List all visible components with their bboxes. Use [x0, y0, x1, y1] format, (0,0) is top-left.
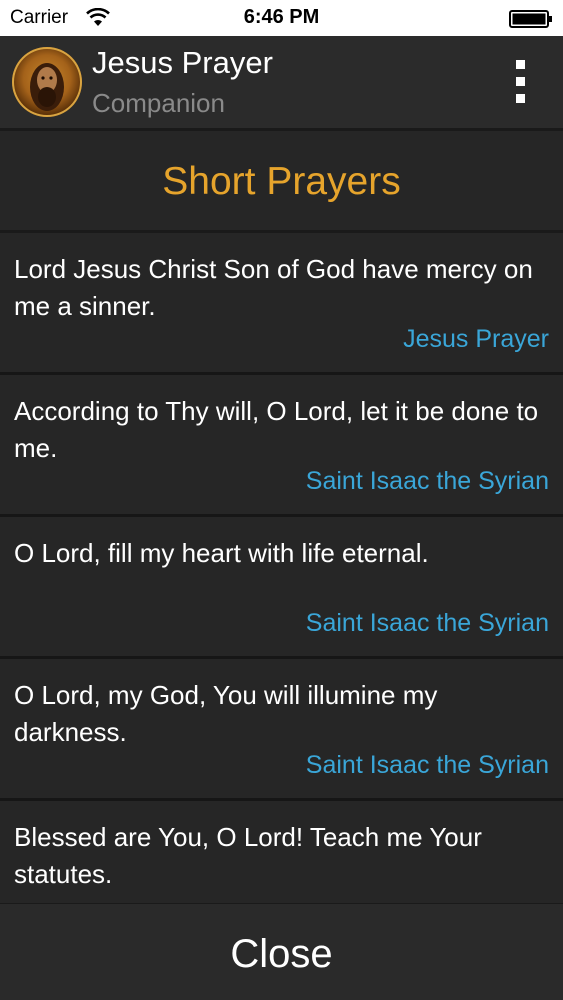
prayer-text: O Lord, fill my heart with life eternal.: [14, 538, 429, 568]
prayer-source-link[interactable]: Saint Isaac the Syrian: [306, 609, 549, 638]
section-header: Short Prayers: [0, 131, 563, 233]
prayer-text: According to Thy will, O Lord, let it be…: [14, 396, 539, 463]
icon-avatar: [12, 47, 82, 117]
status-time: 6:46 PM: [243, 6, 320, 28]
prayer-text: Lord Jesus Christ Son of God have mercy …: [14, 254, 533, 321]
prayer-source-link[interactable]: Saint Isaac the Syrian: [306, 467, 549, 496]
list-item-prayer-5[interactable]: Blessed are You, O Lord! Teach me Your s…: [0, 801, 563, 903]
prayer-text: O Lord, my God, You will illumine my dar…: [14, 680, 438, 747]
section-title: Short Prayers: [162, 160, 401, 203]
list-item-prayer-4[interactable]: O Lord, my God, You will illumine my dar…: [0, 659, 563, 801]
app-subtitle: Companion: [92, 88, 225, 118]
list-item-prayer-1[interactable]: Lord Jesus Christ Son of God have mercy …: [0, 233, 563, 375]
app-screen: Carrier 6:46 PM Jesus Prayer Companion S…: [0, 0, 563, 1000]
portrait-icon: [30, 63, 64, 111]
status-bar: Carrier 6:46 PM: [0, 0, 563, 36]
prayer-list: Lord Jesus Christ Son of God have mercy …: [0, 233, 563, 903]
close-button[interactable]: Close: [0, 903, 563, 1000]
more-vertical-icon[interactable]: [505, 60, 535, 104]
app-title: Jesus Prayer: [92, 45, 273, 80]
list-item-prayer-2[interactable]: According to Thy will, O Lord, let it be…: [0, 375, 563, 517]
close-button-label: Close: [230, 932, 333, 976]
battery-icon: [509, 10, 552, 28]
prayer-source-link[interactable]: Jesus Prayer: [403, 325, 549, 354]
app-header: Jesus Prayer Companion: [0, 36, 563, 131]
prayer-source-link[interactable]: Saint Isaac the Syrian: [306, 751, 549, 780]
list-item-prayer-3[interactable]: O Lord, fill my heart with life eternal.…: [0, 517, 563, 659]
prayer-text: Blessed are You, O Lord! Teach me Your s…: [14, 822, 482, 889]
